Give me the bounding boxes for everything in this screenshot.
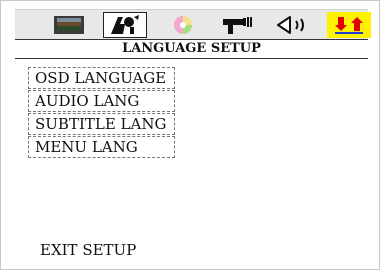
tab-speaker-setup[interactable]: [215, 12, 259, 38]
menu-item-subtitle-lang[interactable]: SUBTITLE LANG: [28, 113, 175, 135]
tab-audio[interactable]: [271, 12, 315, 38]
speaker-setup-icon: [223, 17, 252, 34]
tab-preference[interactable]: [327, 12, 371, 38]
disc-icon: [174, 16, 192, 34]
settings-person-icon: [111, 15, 139, 34]
tab-general-setup[interactable]: [103, 12, 147, 38]
menu-item-osd-language[interactable]: OSD LANGUAGE: [28, 67, 175, 89]
tv-icon: [54, 16, 84, 34]
up-down-arrows-icon: [335, 17, 363, 34]
page-title: LANGUAGE SETUP: [15, 39, 368, 59]
setup-window: LANGUAGE SETUP OSD LANGUAGE AUDIO LANG S…: [0, 0, 380, 270]
tab-tv[interactable]: [47, 12, 91, 38]
menu-item-menu-lang[interactable]: MENU LANG: [28, 136, 175, 158]
setup-tab-bar: [15, 9, 371, 40]
audio-speaker-icon: [277, 16, 304, 34]
exit-setup-button[interactable]: EXIT SETUP: [40, 241, 136, 259]
tab-disc[interactable]: [161, 12, 205, 38]
menu-item-audio-lang[interactable]: AUDIO LANG: [28, 90, 175, 112]
